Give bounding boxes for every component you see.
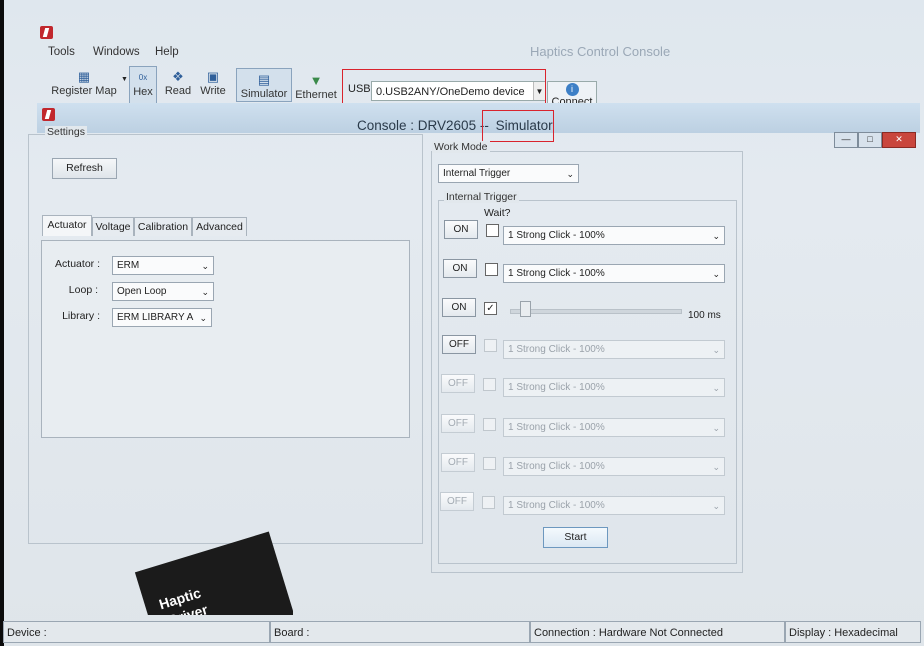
- chevron-down-icon: ⌄: [712, 383, 720, 393]
- refresh-button[interactable]: Refresh: [52, 158, 117, 179]
- loop-label: Loop :: [68, 284, 98, 296]
- status-device: Device :: [3, 621, 270, 643]
- wait-checkbox-1[interactable]: [486, 224, 499, 237]
- monitor-bezel-left: [0, 0, 4, 646]
- actuator-label: Actuator :: [55, 258, 100, 270]
- chevron-down-icon: ⌄: [712, 345, 720, 355]
- tab-advanced[interactable]: Advanced: [192, 217, 247, 236]
- trigger-toggle-7[interactable]: OFF: [441, 453, 475, 472]
- write-button[interactable]: ▣ Write: [198, 66, 228, 102]
- highlight-simulator: [482, 110, 554, 142]
- close-button[interactable]: ✕: [882, 132, 916, 148]
- delay-slider-track[interactable]: [510, 309, 682, 314]
- menu-help[interactable]: Help: [155, 46, 179, 58]
- wait-checkbox-7[interactable]: [483, 457, 496, 470]
- loop-select[interactable]: Open Loop ⌄: [112, 282, 214, 301]
- library-label: Library :: [62, 310, 100, 322]
- delay-value: 100 ms: [688, 310, 721, 321]
- console-logo-icon: [42, 108, 55, 121]
- tab-calibration[interactable]: Calibration: [134, 217, 192, 236]
- effect-select-2[interactable]: 1 Strong Click - 100% ⌄: [503, 264, 725, 283]
- chevron-down-icon: ⌄: [712, 462, 720, 472]
- trigger-toggle-5[interactable]: OFF: [441, 374, 475, 393]
- hex-toggle[interactable]: 0x Hex: [129, 66, 157, 104]
- status-board: Board :: [270, 621, 530, 643]
- read-button[interactable]: ❖ Read: [163, 66, 193, 102]
- effect-select-1[interactable]: 1 Strong Click - 100% ⌄: [503, 226, 725, 245]
- trigger-toggle-2[interactable]: ON: [443, 259, 477, 278]
- menu-tools[interactable]: Tools: [48, 46, 75, 58]
- app-title: Haptics Control Console: [530, 44, 671, 59]
- chevron-down-icon: ⌄: [201, 287, 209, 297]
- ethernet-button[interactable]: ▼ Ethernet: [293, 70, 339, 106]
- internal-trigger-label: Internal Trigger: [444, 191, 519, 203]
- wait-label: Wait?: [484, 207, 511, 219]
- chevron-down-icon: ⌄: [199, 313, 207, 323]
- trigger-toggle-1[interactable]: ON: [444, 220, 478, 239]
- haptic-driver-chip-image: Haptic Driver 2605: [133, 530, 293, 615]
- start-button[interactable]: Start: [543, 527, 608, 548]
- trigger-toggle-3[interactable]: ON: [442, 298, 476, 317]
- chevron-down-icon: ⌄: [712, 423, 720, 433]
- settings-label: Settings: [45, 126, 87, 138]
- status-connection: Connection : Hardware Not Connected: [530, 621, 785, 643]
- register-map-icon: ▦: [77, 69, 91, 84]
- effect-select-5[interactable]: 1 Strong Click - 100% ⌄: [503, 378, 725, 397]
- maximize-button[interactable]: □: [858, 132, 882, 148]
- work-mode-label: Work Mode: [432, 141, 490, 153]
- status-display: Display : Hexadecimal: [785, 621, 921, 643]
- actuator-select[interactable]: ERM ⌄: [112, 256, 214, 275]
- chevron-down-icon: ⌄: [712, 231, 720, 241]
- work-mode-select[interactable]: Internal Trigger ⌄: [438, 164, 579, 183]
- wait-checkbox-3[interactable]: ✓: [484, 302, 497, 315]
- wait-checkbox-5[interactable]: [483, 378, 496, 391]
- tab-actuator[interactable]: Actuator: [42, 215, 92, 236]
- chevron-down-icon: ⌄: [712, 269, 720, 279]
- app-logo-icon: [40, 26, 53, 39]
- read-icon: ❖: [172, 69, 184, 84]
- effect-select-4[interactable]: 1 Strong Click - 100% ⌄: [503, 340, 725, 359]
- tab-voltage[interactable]: Voltage: [92, 217, 134, 236]
- chevron-down-icon: ⌄: [201, 261, 209, 271]
- delay-slider-thumb[interactable]: [520, 301, 531, 317]
- effect-select-6[interactable]: 1 Strong Click - 100% ⌄: [503, 418, 725, 437]
- wait-checkbox-4[interactable]: [484, 339, 497, 352]
- register-map-button[interactable]: ▦ Register Map: [46, 66, 122, 102]
- simulator-button[interactable]: ▤ Simulator: [236, 68, 292, 102]
- connect-icon: i: [565, 83, 579, 96]
- effect-select-7[interactable]: 1 Strong Click - 100% ⌄: [503, 457, 725, 476]
- trigger-toggle-6[interactable]: OFF: [441, 414, 475, 433]
- wait-checkbox-6[interactable]: [483, 418, 496, 431]
- chevron-down-icon: ⌄: [566, 169, 574, 179]
- ethernet-icon: ▼: [309, 73, 323, 88]
- hex-icon: 0x: [138, 73, 148, 82]
- register-map-dropdown-icon[interactable]: ▼: [121, 76, 128, 83]
- simulator-icon: ▤: [257, 72, 271, 87]
- wait-checkbox-2[interactable]: [485, 263, 498, 276]
- trigger-toggle-8[interactable]: OFF: [440, 492, 474, 511]
- trigger-toggle-4[interactable]: OFF: [442, 335, 476, 354]
- wait-checkbox-8[interactable]: [482, 496, 495, 509]
- library-select[interactable]: ERM LIBRARY A ⌄: [112, 308, 212, 327]
- chevron-down-icon: ⌄: [712, 501, 720, 511]
- effect-select-8[interactable]: 1 Strong Click - 100% ⌄: [503, 496, 725, 515]
- menu-windows[interactable]: Windows: [93, 46, 140, 58]
- minimize-button[interactable]: —: [834, 132, 858, 148]
- write-icon: ▣: [206, 69, 220, 84]
